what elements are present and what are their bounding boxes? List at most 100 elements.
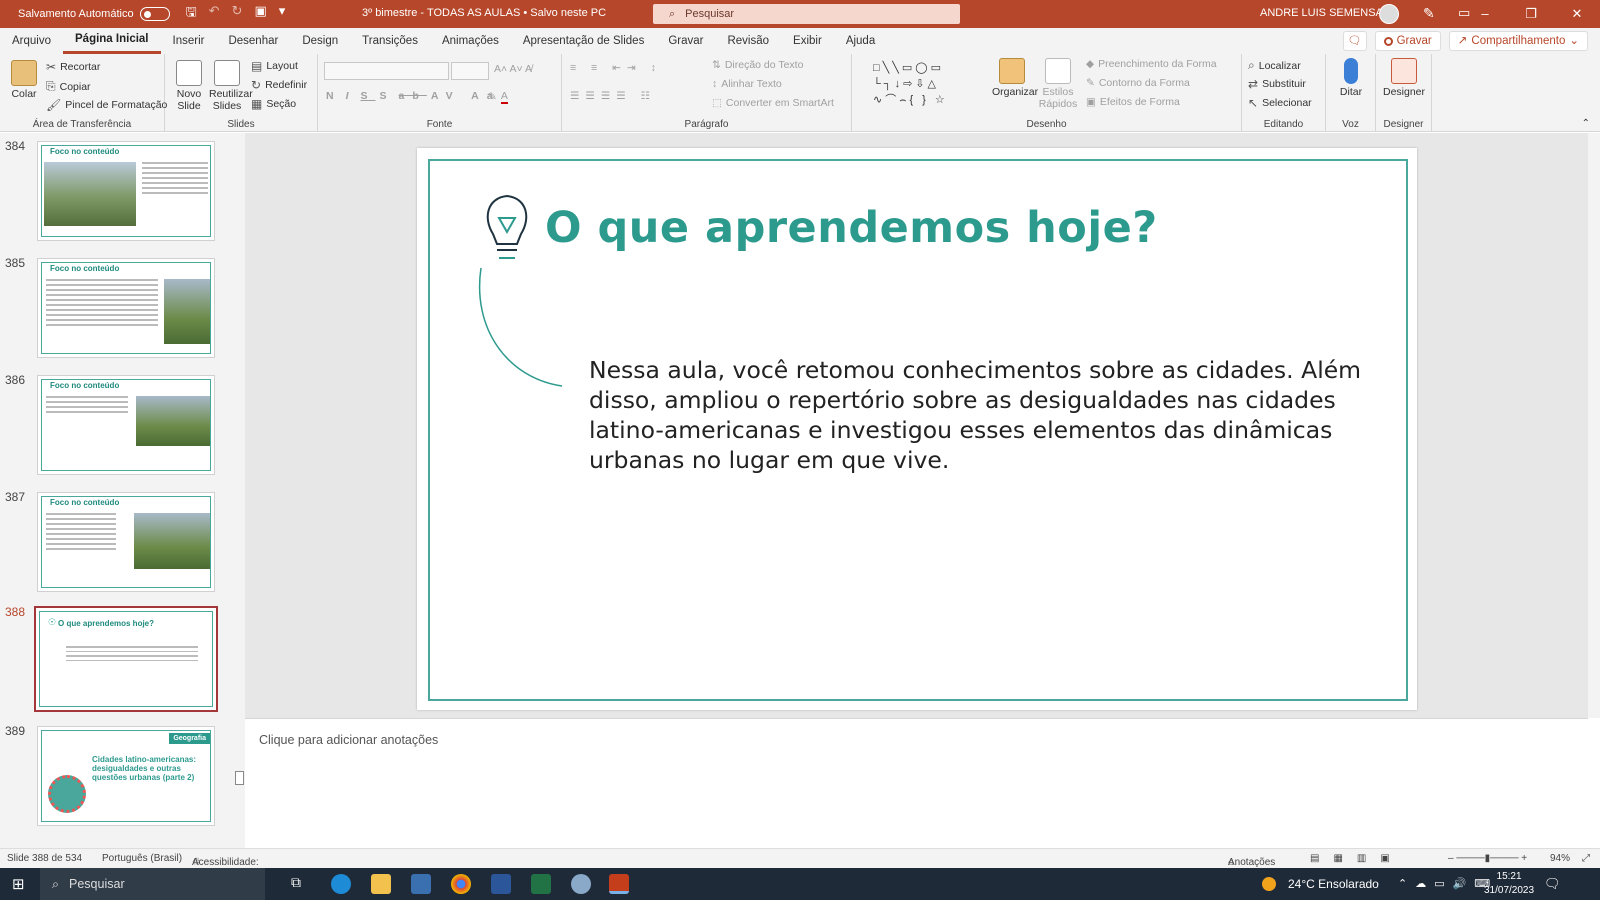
group-label: Editando [1263, 119, 1304, 130]
share-button[interactable]: ↗ Compartilhamento ⌄ [1448, 31, 1588, 51]
tab-ajuda[interactable]: Ajuda [834, 28, 887, 54]
scroll-thumb[interactable] [235, 771, 244, 785]
shape-outline-button[interactable]: ✎ Contorno da Forma [1086, 77, 1190, 89]
font-name-select[interactable] [324, 62, 449, 80]
comments-button[interactable]: 🗨 [1342, 31, 1367, 51]
cut-button[interactable]: ✂ Recortar [46, 60, 100, 74]
replace-button[interactable]: ⇄ Substituir [1248, 77, 1306, 91]
powerpoint-icon[interactable] [609, 874, 629, 894]
arrange-button[interactable]: Organizar [992, 58, 1038, 98]
slide-thumbnail[interactable]: Foco no conteúdo [37, 492, 215, 592]
format-painter-button[interactable]: 🖌 Pincel de Formatação [46, 98, 167, 112]
file-explorer-icon[interactable] [371, 874, 391, 894]
find-button[interactable]: ⌕ Localizar [1248, 58, 1301, 73]
chrome-icon[interactable] [451, 874, 471, 894]
search-placeholder: Pesquisar [685, 8, 735, 20]
shape-effects-button[interactable]: ▣ Efeitos de Forma [1086, 96, 1180, 108]
format-buttons[interactable]: N I S Sab AV Aa [326, 90, 501, 102]
minimize-icon[interactable]: – [1462, 0, 1508, 28]
app-icon[interactable] [571, 874, 591, 894]
list-buttons[interactable]: ≡ ≡ ⇤⇥ ↕ [570, 62, 662, 74]
align-buttons[interactable]: ☰☰☰☰ ☷ [570, 90, 656, 102]
record-label: Gravar [1396, 35, 1432, 47]
task-view-icon[interactable]: ⧉ [291, 874, 311, 894]
autosave-toggle[interactable]: Salvamento Automático [18, 7, 170, 21]
tab-animacoes[interactable]: Animações [430, 28, 511, 54]
quick-styles-button[interactable]: Estilos Rápidos [1036, 58, 1080, 110]
toggle-switch[interactable] [139, 7, 170, 21]
slide-thumbnail[interactable]: Foco no conteúdo [37, 141, 215, 241]
tab-gravar[interactable]: Gravar [656, 28, 715, 54]
notifications-icon[interactable]: 🗨 [1544, 868, 1561, 900]
text-direction-button[interactable]: ⇅ Direção do Texto [712, 59, 803, 71]
tab-apresentacao[interactable]: Apresentação de Slides [511, 28, 656, 54]
select-button[interactable]: ↖ Selecionar [1248, 96, 1312, 110]
outline-icon: ✎ [1086, 77, 1095, 89]
maximize-icon[interactable]: ❐ [1508, 0, 1554, 28]
word-icon[interactable] [491, 874, 511, 894]
smartart-button[interactable]: ⬚ Converter em SmartArt [712, 97, 834, 109]
notes-pane[interactable]: Clique para adicionar anotações [245, 718, 1588, 848]
reuse-slides-button[interactable]: Reutilizar Slides [209, 60, 253, 112]
align-text-button[interactable]: ↕ Alinhar Texto [712, 78, 782, 90]
view-buttons[interactable]: ▤▦▥▣ [1310, 853, 1404, 864]
highlight-button[interactable]: ✎ A [488, 90, 508, 104]
layout-button[interactable]: ▤ Layout [251, 59, 298, 73]
record-button[interactable]: Gravar [1374, 31, 1441, 51]
search-box[interactable]: ⌕ Pesquisar [653, 4, 960, 24]
user-name[interactable]: ANDRE LUIS SEMENSATO [1260, 7, 1397, 19]
weather[interactable]: 24°C Ensolarado [1288, 868, 1379, 900]
main-scrollbar[interactable] [1588, 133, 1600, 718]
taskbar-search[interactable]: ⌕ Pesquisar [40, 868, 265, 900]
slide-title[interactable]: O que aprendemos hoje? [545, 203, 1158, 253]
paste-button[interactable]: Colar [8, 60, 40, 100]
slide-body-text[interactable]: Nessa aula, você retomou conhecimentos s… [589, 355, 1369, 475]
fit-slide-icon[interactable]: ⤢ [1582, 853, 1590, 864]
store-icon[interactable] [411, 874, 431, 894]
zoom-level[interactable]: 94% [1550, 853, 1570, 864]
present-icon[interactable]: ▣ [254, 3, 266, 25]
tab-exibir[interactable]: Exibir [781, 28, 834, 54]
avatar[interactable] [1379, 4, 1399, 24]
tab-revisao[interactable]: Revisão [715, 28, 781, 54]
copy-button[interactable]: ⎘ Copiar [46, 79, 91, 94]
save-icon[interactable]: 🖫 [186, 3, 197, 25]
tab-design[interactable]: Design [290, 28, 350, 54]
slide-thumbnail[interactable]: Geografia Cidades latino-americanas: des… [37, 726, 215, 826]
tab-inserir[interactable]: Inserir [161, 28, 217, 54]
font-size-select[interactable] [451, 62, 489, 80]
slide-thumbnail[interactable]: Foco no conteúdo [37, 375, 215, 475]
edge-icon[interactable] [331, 874, 351, 894]
slide-thumbnails-panel: 384 Foco no conteúdo 385 Foco no conteúd… [0, 133, 245, 848]
new-slide-button[interactable]: Novo Slide [173, 60, 205, 112]
customize-toolbar-icon[interactable]: ▾ [279, 3, 286, 25]
tab-pagina-inicial[interactable]: Página Inicial [63, 28, 161, 54]
reset-button[interactable]: ↻ Redefinir [251, 78, 307, 92]
thumbnails-scrollbar[interactable] [233, 133, 245, 848]
undo-icon[interactable]: ↶ [209, 3, 220, 25]
reuse-label-2: Slides [212, 100, 242, 112]
slide-thumbnail[interactable]: Foco no conteúdo [37, 258, 215, 358]
shape-fill-button[interactable]: ◆ Preenchimento da Forma [1086, 58, 1217, 70]
redo-icon[interactable]: ↻ [232, 3, 243, 25]
excel-icon[interactable] [531, 874, 551, 894]
zoom-slider[interactable]: – ────▮──── + [1448, 853, 1527, 864]
windows-start-icon[interactable]: ⊞ [12, 875, 25, 893]
language-indicator[interactable]: Português (Brasil) [102, 853, 182, 864]
designer-button[interactable]: Designer [1380, 58, 1428, 98]
dictate-button[interactable]: Ditar [1334, 58, 1368, 98]
tab-desenhar[interactable]: Desenhar [216, 28, 290, 54]
collapse-ribbon-icon[interactable]: ⌃ [1582, 118, 1590, 129]
scissors-icon: ✂ [46, 60, 57, 74]
grow-font-button[interactable]: A˄ A˅ A̸ [494, 63, 532, 75]
pen-icon[interactable]: ✎ [1423, 5, 1435, 22]
clock[interactable]: 15:21 31/07/2023 [1484, 870, 1534, 898]
shapes-gallery[interactable]: □╲╲▭◯▭ └┐↓⇨⇩△ ∿⌒⌢{ } ☆ [873, 60, 983, 110]
document-title[interactable]: 3º bimestre - TODAS AS AULAS • Salvo nes… [362, 7, 606, 19]
tab-transicoes[interactable]: Transições [350, 28, 430, 54]
slide-thumbnail-selected[interactable]: O que aprendemos hoje? ☉ [34, 606, 218, 712]
tab-arquivo[interactable]: Arquivo [0, 28, 63, 54]
close-icon[interactable]: ✕ [1554, 0, 1600, 28]
group-voice: Ditar Voz [1326, 54, 1376, 132]
section-button[interactable]: ▦ Seção [251, 97, 296, 111]
